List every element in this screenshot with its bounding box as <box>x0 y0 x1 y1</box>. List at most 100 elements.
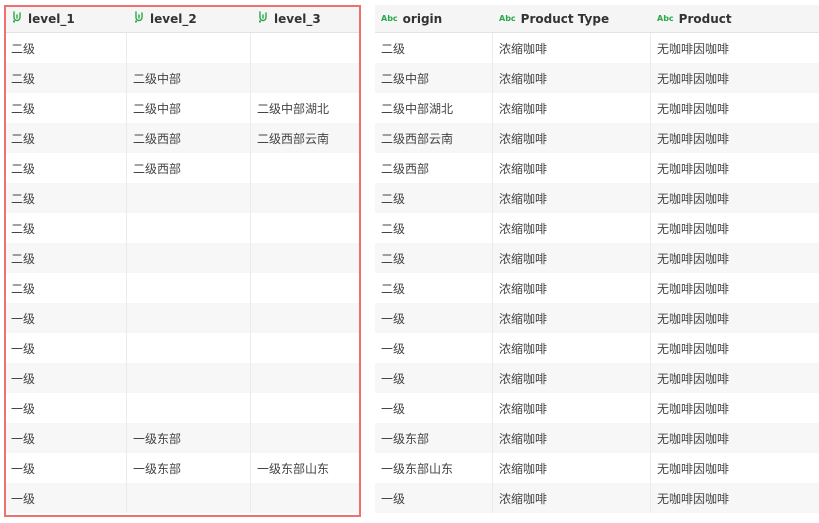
cell-product-type[interactable]: 浓缩咖啡 <box>493 273 651 303</box>
cell-product-type[interactable]: 浓缩咖啡 <box>493 423 651 453</box>
column-header-level-2[interactable]: level_2 <box>127 5 251 32</box>
cell-level-2[interactable] <box>127 393 251 423</box>
cell-level-3[interactable] <box>251 33 361 63</box>
cell-level-2[interactable]: 二级西部 <box>127 153 251 183</box>
cell-origin[interactable]: 二级 <box>375 213 493 243</box>
cell-level-1[interactable]: 二级 <box>5 273 127 303</box>
cell-origin[interactable]: 二级 <box>375 273 493 303</box>
table-row[interactable]: 一级 <box>5 483 361 513</box>
table-row[interactable]: 一级 浓缩咖啡 无咖啡因咖啡 <box>375 363 819 393</box>
cell-level-3[interactable] <box>251 213 361 243</box>
cell-product-type[interactable]: 浓缩咖啡 <box>493 393 651 423</box>
cell-level-3[interactable] <box>251 63 361 93</box>
cell-level-3[interactable] <box>251 333 361 363</box>
cell-origin[interactable]: 二级 <box>375 243 493 273</box>
cell-level-1[interactable]: 一级 <box>5 393 127 423</box>
cell-product[interactable]: 无咖啡因咖啡 <box>651 363 819 393</box>
cell-product-type[interactable]: 浓缩咖啡 <box>493 363 651 393</box>
column-header-origin[interactable]: Abc origin <box>375 5 493 32</box>
table-row[interactable]: 二级 浓缩咖啡 无咖啡因咖啡 <box>375 243 819 273</box>
cell-level-1[interactable]: 二级 <box>5 243 127 273</box>
table-row[interactable]: 二级 二级中部 <box>5 63 361 93</box>
table-row[interactable]: 一级 <box>5 393 361 423</box>
cell-level-3[interactable]: 一级东部山东 <box>251 453 361 483</box>
cell-product-type[interactable]: 浓缩咖啡 <box>493 33 651 63</box>
cell-product-type[interactable]: 浓缩咖啡 <box>493 183 651 213</box>
cell-level-1[interactable]: 一级 <box>5 423 127 453</box>
cell-level-3[interactable] <box>251 423 361 453</box>
cell-level-3[interactable]: 二级中部湖北 <box>251 93 361 123</box>
cell-product-type[interactable]: 浓缩咖啡 <box>493 123 651 153</box>
cell-level-3[interactable] <box>251 273 361 303</box>
table-row[interactable]: 二级 <box>5 33 361 63</box>
table-row[interactable]: 二级 <box>5 213 361 243</box>
table-row[interactable]: 一级 浓缩咖啡 无咖啡因咖啡 <box>375 303 819 333</box>
cell-level-2[interactable]: 二级中部 <box>127 63 251 93</box>
table-row[interactable]: 二级西部 浓缩咖啡 无咖啡因咖啡 <box>375 153 819 183</box>
cell-product[interactable]: 无咖啡因咖啡 <box>651 63 819 93</box>
table-row[interactable]: 二级 二级西部 <box>5 153 361 183</box>
cell-product[interactable]: 无咖啡因咖啡 <box>651 273 819 303</box>
cell-product[interactable]: 无咖啡因咖啡 <box>651 183 819 213</box>
cell-product[interactable]: 无咖啡因咖啡 <box>651 123 819 153</box>
cell-level-3[interactable] <box>251 393 361 423</box>
column-header-product-type[interactable]: Abc Product Type <box>493 5 651 32</box>
column-header-level-3[interactable]: level_3 <box>251 5 361 32</box>
cell-product[interactable]: 无咖啡因咖啡 <box>651 483 819 513</box>
table-row[interactable]: 二级 <box>5 243 361 273</box>
table-row[interactable]: 一级 <box>5 333 361 363</box>
cell-product-type[interactable]: 浓缩咖啡 <box>493 243 651 273</box>
cell-product[interactable]: 无咖啡因咖啡 <box>651 453 819 483</box>
cell-product-type[interactable]: 浓缩咖啡 <box>493 63 651 93</box>
cell-level-1[interactable]: 一级 <box>5 333 127 363</box>
cell-origin[interactable]: 一级东部 <box>375 423 493 453</box>
table-row[interactable]: 一级 浓缩咖啡 无咖啡因咖啡 <box>375 483 819 513</box>
cell-level-3[interactable] <box>251 303 361 333</box>
cell-product[interactable]: 无咖啡因咖啡 <box>651 243 819 273</box>
table-row[interactable]: 二级 二级中部 二级中部湖北 <box>5 93 361 123</box>
cell-level-2[interactable] <box>127 273 251 303</box>
cell-level-2[interactable] <box>127 183 251 213</box>
cell-level-1[interactable]: 二级 <box>5 33 127 63</box>
table-row[interactable]: 二级 <box>5 183 361 213</box>
cell-product[interactable]: 无咖啡因咖啡 <box>651 93 819 123</box>
cell-level-1[interactable]: 二级 <box>5 153 127 183</box>
cell-origin[interactable]: 二级中部湖北 <box>375 93 493 123</box>
cell-level-1[interactable]: 一级 <box>5 363 127 393</box>
cell-level-2[interactable] <box>127 303 251 333</box>
cell-level-3[interactable] <box>251 183 361 213</box>
cell-level-1[interactable]: 二级 <box>5 63 127 93</box>
cell-level-2[interactable] <box>127 333 251 363</box>
cell-level-1[interactable]: 一级 <box>5 453 127 483</box>
cell-product-type[interactable]: 浓缩咖啡 <box>493 93 651 123</box>
cell-origin[interactable]: 二级中部 <box>375 63 493 93</box>
cell-product[interactable]: 无咖啡因咖啡 <box>651 423 819 453</box>
cell-level-2[interactable]: 一级东部 <box>127 453 251 483</box>
table-row[interactable]: 一级东部山东 浓缩咖啡 无咖啡因咖啡 <box>375 453 819 483</box>
table-row[interactable]: 二级中部湖北 浓缩咖啡 无咖啡因咖啡 <box>375 93 819 123</box>
table-row[interactable]: 一级东部 浓缩咖啡 无咖啡因咖啡 <box>375 423 819 453</box>
cell-level-1[interactable]: 二级 <box>5 213 127 243</box>
cell-product[interactable]: 无咖啡因咖啡 <box>651 333 819 363</box>
cell-origin[interactable]: 一级 <box>375 393 493 423</box>
cell-origin[interactable]: 二级西部 <box>375 153 493 183</box>
table-row[interactable]: 二级 浓缩咖啡 无咖啡因咖啡 <box>375 273 819 303</box>
cell-level-1[interactable]: 二级 <box>5 93 127 123</box>
cell-product[interactable]: 无咖啡因咖啡 <box>651 153 819 183</box>
table-row[interactable]: 二级中部 浓缩咖啡 无咖啡因咖啡 <box>375 63 819 93</box>
cell-level-2[interactable] <box>127 483 251 513</box>
cell-level-1[interactable]: 二级 <box>5 183 127 213</box>
cell-product[interactable]: 无咖啡因咖啡 <box>651 213 819 243</box>
cell-level-2[interactable]: 二级西部 <box>127 123 251 153</box>
cell-product[interactable]: 无咖啡因咖啡 <box>651 393 819 423</box>
cell-origin[interactable]: 一级 <box>375 303 493 333</box>
cell-product-type[interactable]: 浓缩咖啡 <box>493 333 651 363</box>
table-row[interactable]: 二级 浓缩咖啡 无咖啡因咖啡 <box>375 213 819 243</box>
cell-product-type[interactable]: 浓缩咖啡 <box>493 213 651 243</box>
cell-origin[interactable]: 一级 <box>375 333 493 363</box>
cell-level-1[interactable]: 一级 <box>5 303 127 333</box>
table-row[interactable]: 一级 一级东部 一级东部山东 <box>5 453 361 483</box>
cell-level-3[interactable] <box>251 153 361 183</box>
cell-product-type[interactable]: 浓缩咖啡 <box>493 153 651 183</box>
table-row[interactable]: 二级 二级西部 二级西部云南 <box>5 123 361 153</box>
